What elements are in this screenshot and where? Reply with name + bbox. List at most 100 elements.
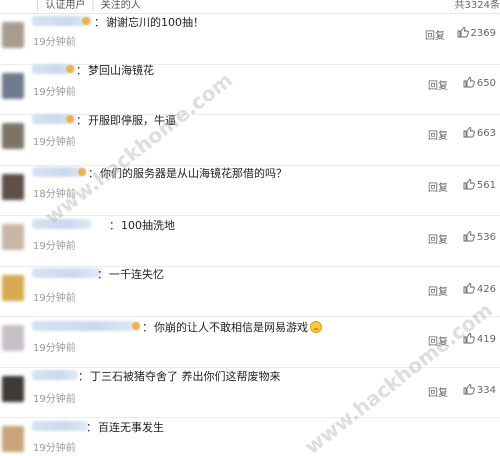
vip-badge-icon [78, 168, 86, 176]
like-button[interactable]: 561 [463, 178, 496, 193]
comment-text: 开服即停服，牛逼 [88, 112, 176, 128]
comment-timestamp: 19分钟前 [33, 343, 76, 354]
reply-button[interactable]: 回复 [428, 231, 448, 246]
comment-text: 一千连失忆 [109, 266, 164, 282]
user-avatar[interactable] [2, 123, 24, 149]
filter-following[interactable]: 关注的人 [101, 0, 141, 11]
vip-badge-icon [132, 322, 140, 330]
comment-timestamp: 19分钟前 [33, 241, 76, 252]
reply-button[interactable]: 回复 [428, 77, 448, 92]
reply-button[interactable]: 回复 [425, 27, 445, 42]
username-blurred[interactable] [32, 370, 78, 380]
comment-text-content: 百连无事发生 [98, 421, 164, 434]
reply-button[interactable]: 回复 [428, 283, 448, 298]
comment-timestamp: 19分钟前 [33, 37, 76, 48]
comment-text-content: 你们的服务器是从山海镜花那借的吗？ [100, 167, 287, 180]
comment-item: ：梦回山海镜花 19分钟前 回复 650 [0, 62, 500, 115]
comment-text-content: 丁三石被猪夺舍了 养出你们这帮废物来 [90, 370, 281, 383]
filter-verified-users[interactable]: 认证用户 [45, 0, 85, 11]
filter-tabs: | 认证用户 | 关注的人 [30, 0, 141, 12]
colon-separator: ： [76, 64, 87, 77]
comment-text: 100抽洗地 [121, 217, 175, 233]
comment-item: ：丁三石被猪夺舍了 养出你们这帮废物来 19分钟前 回复 334 [0, 368, 500, 418]
colon-separator: ： [88, 167, 99, 180]
comment-text: 你崩的让人不敢相信是网易游戏 [154, 319, 322, 335]
user-avatar[interactable] [2, 72, 24, 99]
comment-text-content: 一千连失忆 [109, 268, 164, 281]
like-count: 663 [476, 128, 496, 139]
thumbs-up-icon [463, 230, 475, 245]
username-blurred[interactable] [32, 421, 88, 431]
colon-separator: ： [78, 370, 89, 383]
comment-text: 谢谢忘川的100抽！ [106, 14, 204, 30]
comment-total-count: 共3324条 [454, 0, 500, 11]
like-count: 650 [476, 78, 496, 89]
thumbs-up-icon [457, 26, 469, 41]
thumbs-up-icon [463, 76, 475, 91]
user-avatar[interactable] [2, 426, 24, 452]
vip-badge-icon [82, 17, 90, 25]
reply-button[interactable]: 回复 [428, 127, 448, 142]
like-button[interactable]: 663 [463, 126, 496, 141]
username-blurred[interactable] [32, 219, 92, 229]
comment-item: ： 100抽洗地 19分钟前 回复 536 [0, 216, 500, 267]
colon-separator: ： [76, 114, 87, 127]
thumbs-up-icon [463, 383, 475, 398]
filter-separator: | [91, 0, 95, 11]
vip-badge-icon [66, 65, 74, 73]
user-avatar[interactable] [2, 224, 24, 250]
reply-button[interactable]: 回复 [428, 179, 448, 194]
comment-item: ：百连无事发生 19分钟前 [0, 418, 500, 456]
comment-filter-bar: | 认证用户 | 关注的人 共3324条 [0, 0, 500, 14]
colon-separator: ： [109, 219, 120, 232]
user-avatar[interactable] [2, 173, 24, 200]
filter-separator: | [36, 0, 40, 11]
comment-timestamp: 19分钟前 [33, 87, 76, 98]
comment-text: 你们的服务器是从山海镜花那借的吗？ [100, 165, 287, 181]
comment-text-content: 100抽洗地 [121, 219, 175, 232]
thumbs-up-icon [463, 126, 475, 141]
comment-item: ：一千连失忆 19分钟前 回复 426 [0, 266, 500, 317]
user-avatar[interactable] [2, 375, 24, 402]
reply-button[interactable]: 回复 [428, 384, 448, 399]
like-button[interactable]: 2369 [457, 26, 496, 41]
comment-text-content: 梦回山海镜花 [88, 64, 154, 77]
comment-timestamp: 18分钟前 [33, 189, 76, 200]
comment-timestamp: 19分钟前 [33, 293, 76, 304]
like-count: 426 [476, 284, 496, 295]
comment-timestamp: 19分钟前 [33, 443, 76, 454]
like-count: 334 [476, 385, 496, 396]
like-count: 561 [476, 180, 496, 191]
sweat-smile-emoji-icon [310, 321, 322, 333]
colon-separator: ： [142, 321, 153, 334]
comment-item: ：你崩的让人不敢相信是网易游戏 19分钟前 回复 419 [0, 317, 500, 368]
thumbs-up-icon [463, 332, 475, 347]
colon-separator: ： [97, 268, 108, 281]
user-avatar[interactable] [2, 274, 24, 301]
comment-timestamp: 19分钟前 [33, 137, 76, 148]
comment-item: ：你们的服务器是从山海镜花那借的吗？ 18分钟前 回复 561 [0, 165, 500, 216]
comment-text-content: 开服即停服，牛逼 [88, 114, 176, 127]
like-count: 536 [476, 232, 496, 243]
comment-text-content: 谢谢忘川的100抽！ [106, 16, 204, 29]
thumbs-up-icon [463, 178, 475, 193]
comment-item: ：开服即停服，牛逼 19分钟前 回复 663 [0, 112, 500, 166]
like-button[interactable]: 536 [463, 230, 496, 245]
username-blurred[interactable] [32, 321, 140, 331]
colon-separator: ： [86, 421, 97, 434]
user-avatar[interactable] [2, 325, 24, 351]
user-avatar[interactable] [2, 22, 24, 48]
username-blurred[interactable] [32, 268, 102, 278]
like-count: 419 [476, 334, 496, 345]
like-button[interactable]: 650 [463, 76, 496, 91]
comment-timestamp: 19分钟前 [33, 394, 76, 405]
thumbs-up-icon [463, 282, 475, 297]
comment-list: ：谢谢忘川的100抽！ 19分钟前 回复 2369：梦回山海镜花 19分钟前 回复 650：… [0, 14, 500, 456]
comment-text: 梦回山海镜花 [88, 62, 154, 78]
like-count: 2369 [470, 28, 496, 39]
reply-button[interactable]: 回复 [428, 333, 448, 348]
like-button[interactable]: 426 [463, 282, 496, 297]
comment-text: 百连无事发生 [98, 419, 164, 435]
like-button[interactable]: 334 [463, 383, 496, 398]
like-button[interactable]: 419 [463, 332, 496, 347]
